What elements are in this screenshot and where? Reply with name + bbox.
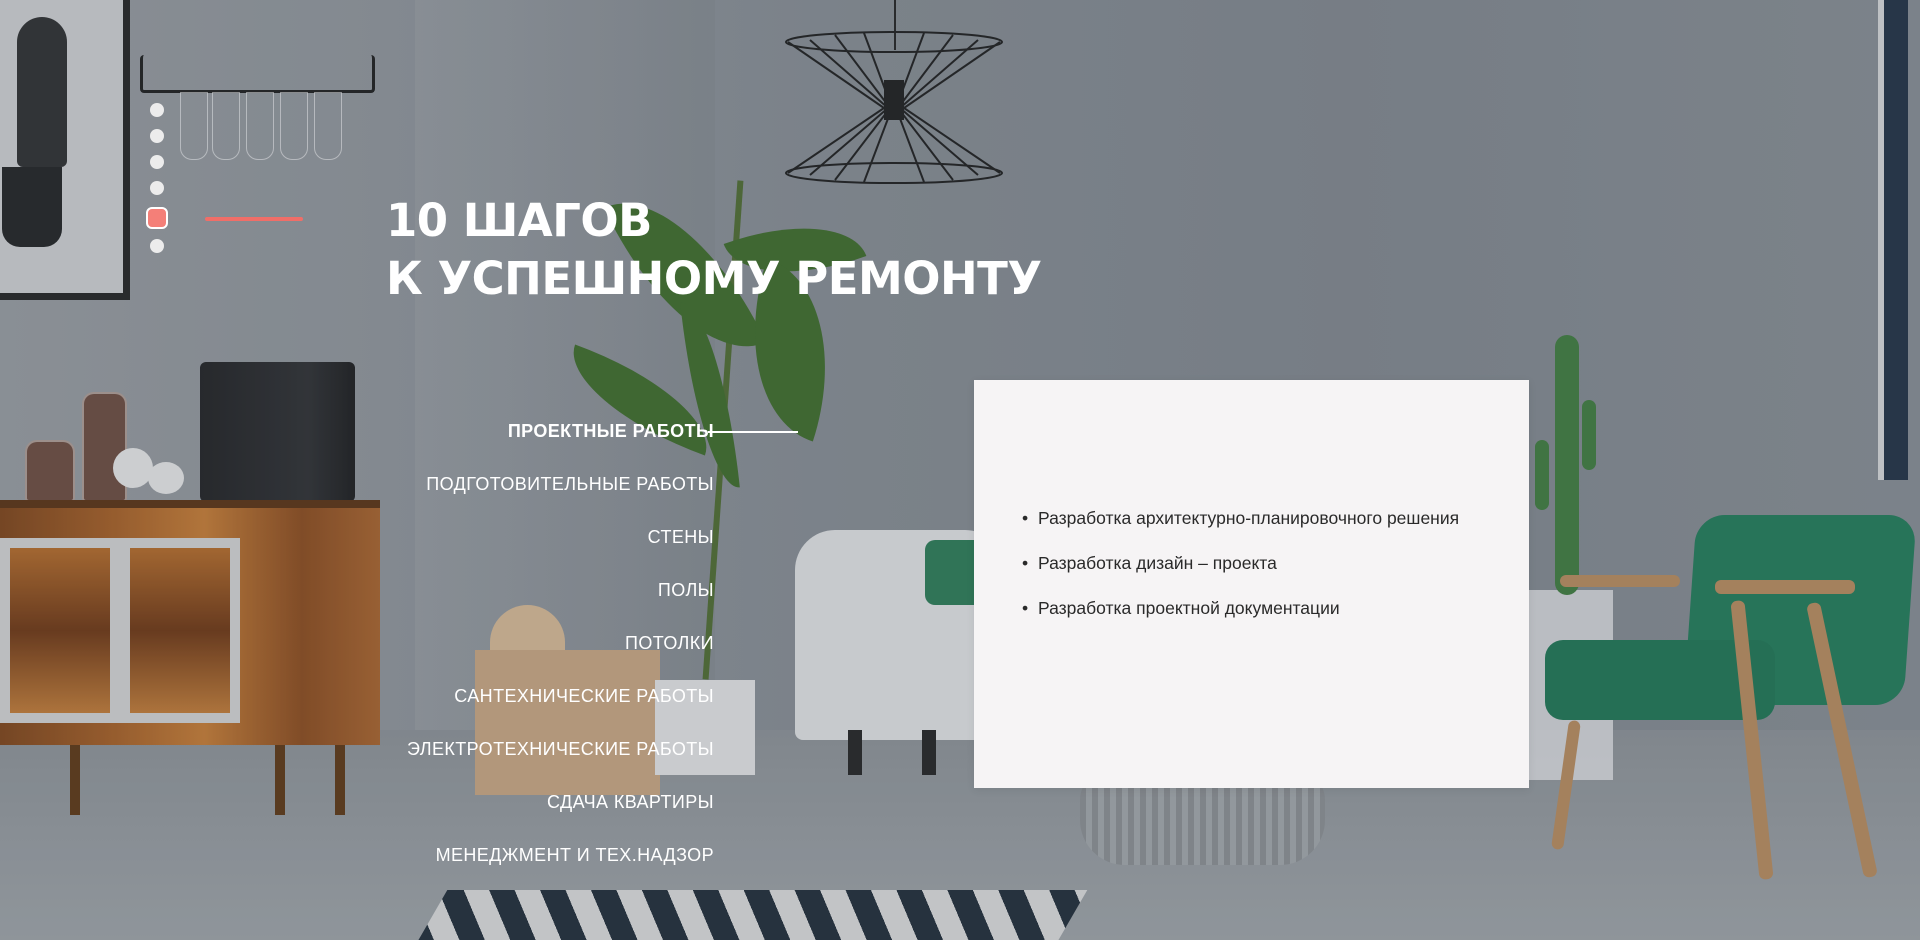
steps-menu: ПРОЕКТНЫЕ РАБОТЫ ПОДГОТОВИТЕЛЬНЫЕ РАБОТЫ… xyxy=(360,415,715,892)
step-item-plumbing[interactable]: САНТЕХНИЧЕСКИЕ РАБОТЫ xyxy=(360,680,715,733)
accent-line xyxy=(205,217,303,221)
step-details-list: Разработка архитектурно-планировочного р… xyxy=(1022,506,1482,641)
step-item-management[interactable]: МЕНЕДЖМЕНТ И ТЕХ.НАДЗОР xyxy=(360,839,715,892)
step-item-handover[interactable]: СДАЧА КВАРТИРЫ xyxy=(360,786,715,839)
slide-dot[interactable] xyxy=(150,103,164,117)
active-step-indicator xyxy=(708,431,798,433)
slide-dot[interactable] xyxy=(146,207,168,229)
slide-dot[interactable] xyxy=(150,239,164,253)
step-item-electrical[interactable]: ЭЛЕКТРОТЕХНИЧЕСКИЕ РАБОТЫ xyxy=(360,733,715,786)
page-title: 10 ШАГОВ К УСПЕШНОМУ РЕМОНТУ xyxy=(386,192,1042,308)
slide-dot[interactable] xyxy=(150,181,164,195)
step-item-ceilings[interactable]: ПОТОЛКИ xyxy=(360,627,715,680)
slide-dot[interactable] xyxy=(150,129,164,143)
title-line-2: К УСПЕШНОМУ РЕМОНТУ xyxy=(386,252,1042,305)
list-item: Разработка проектной документации xyxy=(1022,596,1482,620)
step-item-walls[interactable]: СТЕНЫ xyxy=(360,521,715,574)
slide-dot[interactable] xyxy=(150,155,164,169)
step-item-design-works[interactable]: ПРОЕКТНЫЕ РАБОТЫ xyxy=(360,415,715,468)
list-item: Разработка архитектурно-планировочного р… xyxy=(1022,506,1482,530)
step-item-preparatory-works[interactable]: ПОДГОТОВИТЕЛЬНЫЕ РАБОТЫ xyxy=(360,468,715,521)
step-item-floors[interactable]: ПОЛЫ xyxy=(360,574,715,627)
slide-dots xyxy=(146,103,168,265)
title-line-1: 10 ШАГОВ xyxy=(386,194,652,247)
list-item: Разработка дизайн – проекта xyxy=(1022,551,1482,575)
dark-overlay xyxy=(0,0,1920,940)
background-photo xyxy=(0,0,1920,940)
step-details-card: Разработка архитектурно-планировочного р… xyxy=(974,380,1529,788)
